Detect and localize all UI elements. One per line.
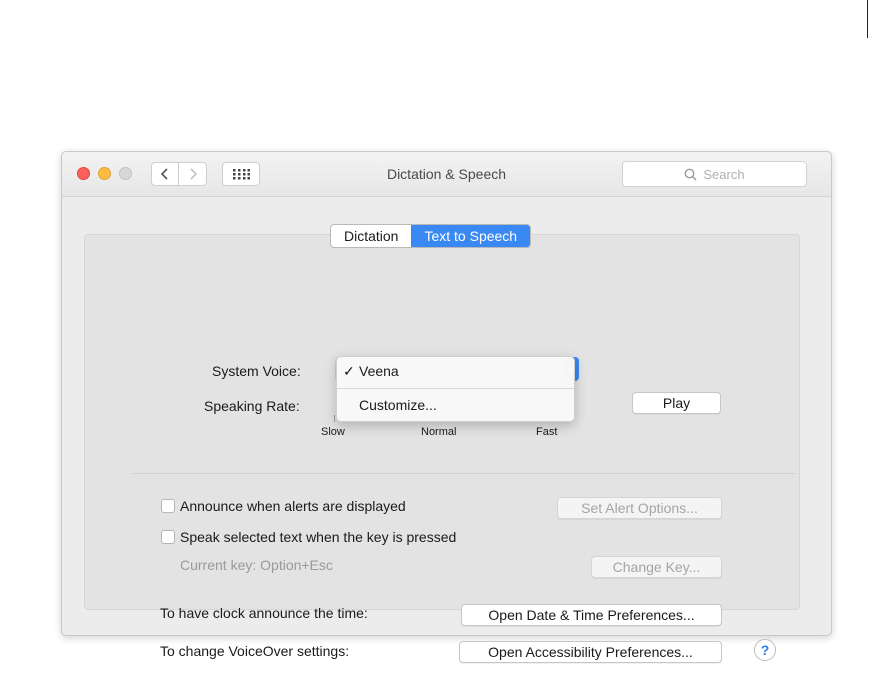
- section-divider: [133, 473, 795, 474]
- search-field[interactable]: Search: [622, 161, 807, 187]
- voiceover-label: To change VoiceOver settings:: [160, 643, 350, 659]
- announce-alerts-label: Announce when alerts are displayed: [180, 498, 406, 514]
- announce-alerts-checkbox[interactable]: [161, 499, 175, 513]
- tab-dictation[interactable]: Dictation: [331, 225, 411, 247]
- tick-label-normal: Normal: [421, 426, 457, 438]
- change-key-button[interactable]: Change Key...: [591, 556, 722, 578]
- preferences-window: Dictation & Speech Search Dictation Text…: [61, 151, 832, 663]
- set-alert-options-button[interactable]: Set Alert Options...: [557, 497, 722, 519]
- voice-menu: ✓ Veena Customize...: [336, 356, 575, 422]
- voice-menu-item-label: Veena: [359, 363, 399, 379]
- current-key-label: Current key: Option+Esc: [180, 557, 333, 573]
- open-date-time-button[interactable]: Open Date & Time Preferences...: [461, 604, 722, 626]
- speak-selected-checkbox[interactable]: [161, 530, 175, 544]
- system-voice-label: System Voice:: [212, 363, 301, 379]
- speaking-rate-label: Speaking Rate:: [204, 398, 300, 414]
- menu-separator: [337, 388, 574, 389]
- help-button[interactable]: ?: [754, 639, 776, 661]
- tick-label-fast: Fast: [536, 426, 558, 438]
- tab-text-to-speech[interactable]: Text to Speech: [411, 225, 531, 247]
- search-placeholder: Search: [703, 166, 745, 182]
- title-bar: Dictation & Speech Search: [62, 152, 831, 197]
- tab-bar: Dictation Text to Speech: [330, 224, 532, 248]
- checkmark-icon: ✓: [343, 363, 355, 379]
- clock-label: To have clock announce the time:: [160, 605, 368, 621]
- settings-panel: System Voice: ◆ Speaking Rate: Slow Norm…: [84, 234, 800, 663]
- play-button[interactable]: Play: [632, 392, 721, 414]
- slider-tick: [334, 415, 335, 422]
- customize-label: Customize...: [359, 397, 437, 413]
- search-icon: [684, 168, 697, 181]
- open-accessibility-button[interactable]: Open Accessibility Preferences...: [459, 641, 722, 663]
- page-edge-line: [867, 0, 868, 38]
- speak-selected-label: Speak selected text when the key is pres…: [180, 529, 457, 545]
- tick-label-slow: Slow: [321, 426, 345, 438]
